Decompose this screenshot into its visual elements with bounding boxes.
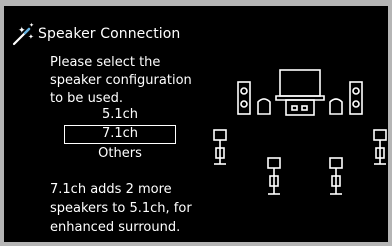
front-right-speaker-icon — [349, 81, 363, 115]
instruction-line: Please select the — [50, 55, 161, 70]
front-left-speaker-icon — [237, 81, 251, 115]
screen: ✦ ✦ ✦ Speaker Connection Please select t… — [0, 0, 392, 246]
option-7-1ch[interactable]: 7.1ch — [64, 125, 176, 144]
tv-icon — [279, 69, 321, 97]
receiver-icon — [285, 99, 315, 116]
speaker-layout-diagram — [213, 69, 387, 195]
surround-back-left-speaker-icon — [267, 157, 281, 195]
speaker-config-options: 5.1ch 7.1ch Others — [64, 106, 176, 163]
frame-top — [0, 0, 392, 6]
surround-right-speaker-icon — [373, 129, 387, 165]
frame-bottom — [0, 242, 392, 246]
magic-wand-icon: ✦ ✦ ✦ — [12, 22, 34, 46]
speaker-small-icon — [329, 98, 343, 115]
instruction-text: Please select the speaker configuration … — [50, 54, 220, 108]
surround-back-right-speaker-icon — [329, 157, 343, 195]
page-header: ✦ ✦ ✦ Speaker Connection — [10, 14, 180, 54]
frame-left — [0, 0, 4, 246]
surround-left-speaker-icon — [213, 129, 227, 165]
option-5-1ch[interactable]: 5.1ch — [64, 106, 176, 124]
option-others[interactable]: Others — [64, 145, 176, 163]
page-title: Speaker Connection — [38, 26, 181, 42]
note-line: enhanced surround. — [50, 220, 181, 235]
speaker-small-icon — [257, 98, 271, 115]
instruction-line: speaker configuration — [50, 73, 192, 88]
svg-text:✦: ✦ — [29, 22, 34, 29]
svg-text:✦: ✦ — [18, 26, 26, 36]
svg-text:✦: ✦ — [28, 33, 34, 41]
